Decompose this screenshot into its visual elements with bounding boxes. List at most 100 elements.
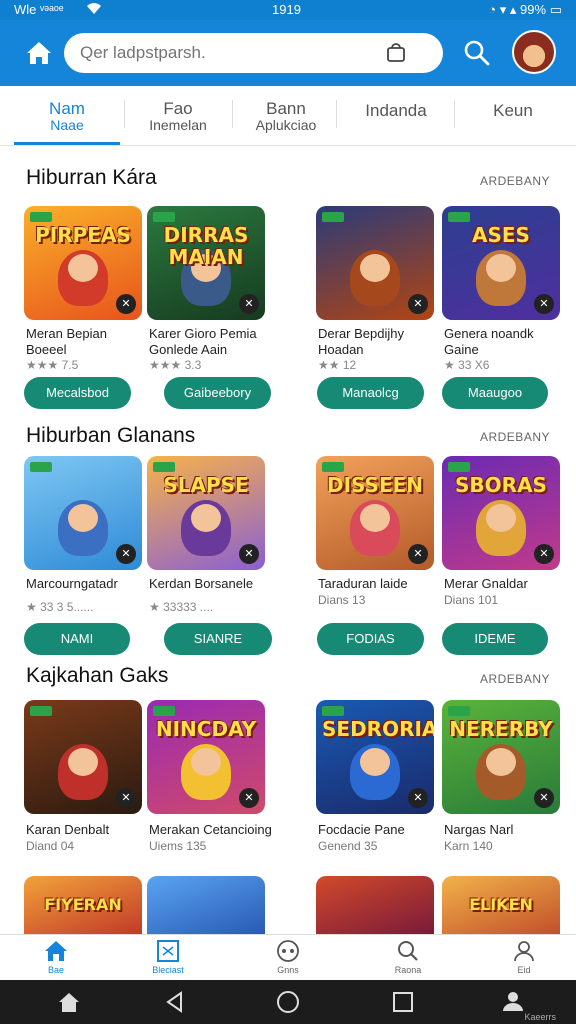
game-subtitle: Hoadan xyxy=(318,342,364,357)
rating: ★★ 12 xyxy=(318,358,357,372)
nav-apps[interactable]: Gnns xyxy=(248,939,328,975)
ad-badge xyxy=(322,462,344,472)
home-circle-icon[interactable] xyxy=(275,989,301,1015)
game-thumbnail[interactable]: ASES ✕ xyxy=(442,206,560,320)
game-thumbnail[interactable]: NERERBY ✕ xyxy=(442,700,560,814)
nav-label: Bleciast xyxy=(152,965,184,975)
shopping-bag-icon[interactable] xyxy=(385,42,407,64)
tab-sublabel: Aplukciao xyxy=(255,117,317,133)
account-icon[interactable] xyxy=(500,989,526,1015)
game-thumbnail[interactable]: SLAPSE ✕ xyxy=(147,456,265,570)
tab-1[interactable]: Nam Naae xyxy=(14,86,120,146)
game-logo: SEDRORIAS xyxy=(322,717,434,741)
tab-label: Bann xyxy=(266,99,306,118)
rating: ★★★ 7.5 xyxy=(26,358,79,372)
search-icon[interactable] xyxy=(462,38,492,68)
section-more-link[interactable]: ARDEBANY xyxy=(480,672,550,686)
install-button[interactable]: Gaibeebory xyxy=(164,377,271,409)
back-icon[interactable] xyxy=(162,989,188,1015)
install-button[interactable]: Manaolcg xyxy=(317,377,424,409)
game-thumbnail[interactable]: DIRRAS MAIAN ✕ xyxy=(147,206,265,320)
tab-label: Indanda xyxy=(365,101,427,120)
search-input[interactable] xyxy=(80,41,380,65)
character-face xyxy=(486,254,516,282)
character-face xyxy=(486,748,516,776)
nav-label: Raona xyxy=(394,965,422,975)
install-button[interactable]: NAMI xyxy=(24,623,130,655)
game-thumbnail[interactable] xyxy=(316,876,434,934)
section-more-link[interactable]: ARDEBANY xyxy=(480,174,550,188)
section-title: Kajkahan Gaks xyxy=(26,664,169,687)
character-face xyxy=(68,748,98,776)
ad-badge xyxy=(153,706,175,716)
nav-home[interactable]: Bae xyxy=(16,939,96,975)
tools-icon: ✕ xyxy=(408,544,428,564)
search-icon xyxy=(398,941,418,961)
ad-badge xyxy=(322,706,344,716)
system-nav-bar: Kaeerrs xyxy=(0,980,576,1024)
character-face xyxy=(68,254,98,282)
section-title: Hiburran Kára xyxy=(26,166,157,189)
section-more-link[interactable]: ARDEBANY xyxy=(480,430,550,444)
recents-icon[interactable] xyxy=(390,989,416,1015)
game-logo: PIRPEAS xyxy=(35,223,131,247)
game-title: Focdacie Pane xyxy=(318,822,405,837)
nav-search[interactable]: Raona xyxy=(368,939,448,975)
nav-profile[interactable]: Eid xyxy=(484,939,564,975)
game-thumbnail[interactable]: DISSEEN ✕ xyxy=(316,456,434,570)
home-icon[interactable] xyxy=(22,36,56,70)
tab-divider xyxy=(232,100,233,128)
tab-3[interactable]: Bann Aplukciao xyxy=(236,86,336,146)
avatar[interactable] xyxy=(512,30,556,74)
nav-label: Eid xyxy=(517,965,531,975)
install-button[interactable]: IDEME xyxy=(442,623,548,655)
signal-icon: ◔ ▾ ▴ xyxy=(488,2,521,17)
carrier-text: Wle ᵛᵊᵃᵒᵉ xyxy=(14,2,64,17)
game-thumbnail[interactable]: SEDRORIAS ✕ xyxy=(316,700,434,814)
nav-games[interactable]: Bleciast xyxy=(128,939,208,975)
game-thumbnail[interactable]: ✕ xyxy=(24,700,142,814)
ad-badge xyxy=(448,706,470,716)
game-title: Kerdan Borsanele xyxy=(149,576,254,591)
game-logo: SBORAS xyxy=(455,473,547,497)
tools-icon: ✕ xyxy=(239,294,259,314)
tools-icon: ✕ xyxy=(408,788,428,808)
game-title: Meran Bepian xyxy=(26,326,107,341)
character-face xyxy=(360,748,390,776)
battery-text: ◔ ▾ ▴ 99% ▭ xyxy=(488,2,562,18)
tab-label: Nam xyxy=(49,99,85,118)
game-logo: ELIKEN xyxy=(469,895,533,914)
tab-4[interactable]: Indanda xyxy=(340,86,452,146)
game-title: Taraduran laide xyxy=(318,576,408,591)
game-thumbnail[interactable]: NINCDAY ✕ xyxy=(147,700,265,814)
install-button[interactable]: FODIAS xyxy=(317,623,424,655)
tab-5[interactable]: Keun xyxy=(458,86,568,146)
profile-icon xyxy=(514,941,534,962)
game-logo: ASES xyxy=(472,223,530,247)
install-button[interactable]: Mecalsbod xyxy=(24,377,131,409)
game-thumbnail[interactable]: ELIKEN xyxy=(442,876,560,934)
game-subtitle: Boeeel xyxy=(26,342,67,357)
game-thumbnail[interactable] xyxy=(147,876,265,934)
install-button[interactable]: SIANRE xyxy=(164,623,272,655)
game-thumbnail[interactable]: ✕ xyxy=(24,456,142,570)
ad-badge xyxy=(30,706,52,716)
app-bar xyxy=(0,20,576,86)
search-bar[interactable] xyxy=(64,33,443,73)
game-thumbnail[interactable]: SBORAS ✕ xyxy=(442,456,560,570)
game-title: Nargas Narl xyxy=(444,822,514,837)
tools-icon: ✕ xyxy=(116,544,136,564)
game-thumbnail[interactable]: ✕ xyxy=(316,206,434,320)
install-button[interactable]: Maaugoo xyxy=(442,377,548,409)
game-thumbnail[interactable]: PIRPEAS ✕ xyxy=(24,206,142,320)
tools-icon: ✕ xyxy=(239,544,259,564)
tab-sublabel: Naae xyxy=(50,117,84,133)
game-logo: NERERBY xyxy=(449,717,553,741)
ad-badge xyxy=(448,462,470,472)
game-thumbnail[interactable]: FIYERAN xyxy=(24,876,142,934)
game-subtitle: Dians 101 xyxy=(444,593,499,607)
tab-2[interactable]: Fao Inemelan xyxy=(128,86,228,146)
home-icon[interactable] xyxy=(56,989,82,1015)
character-face xyxy=(68,504,98,532)
tab-sublabel: Inemelan xyxy=(149,117,207,133)
